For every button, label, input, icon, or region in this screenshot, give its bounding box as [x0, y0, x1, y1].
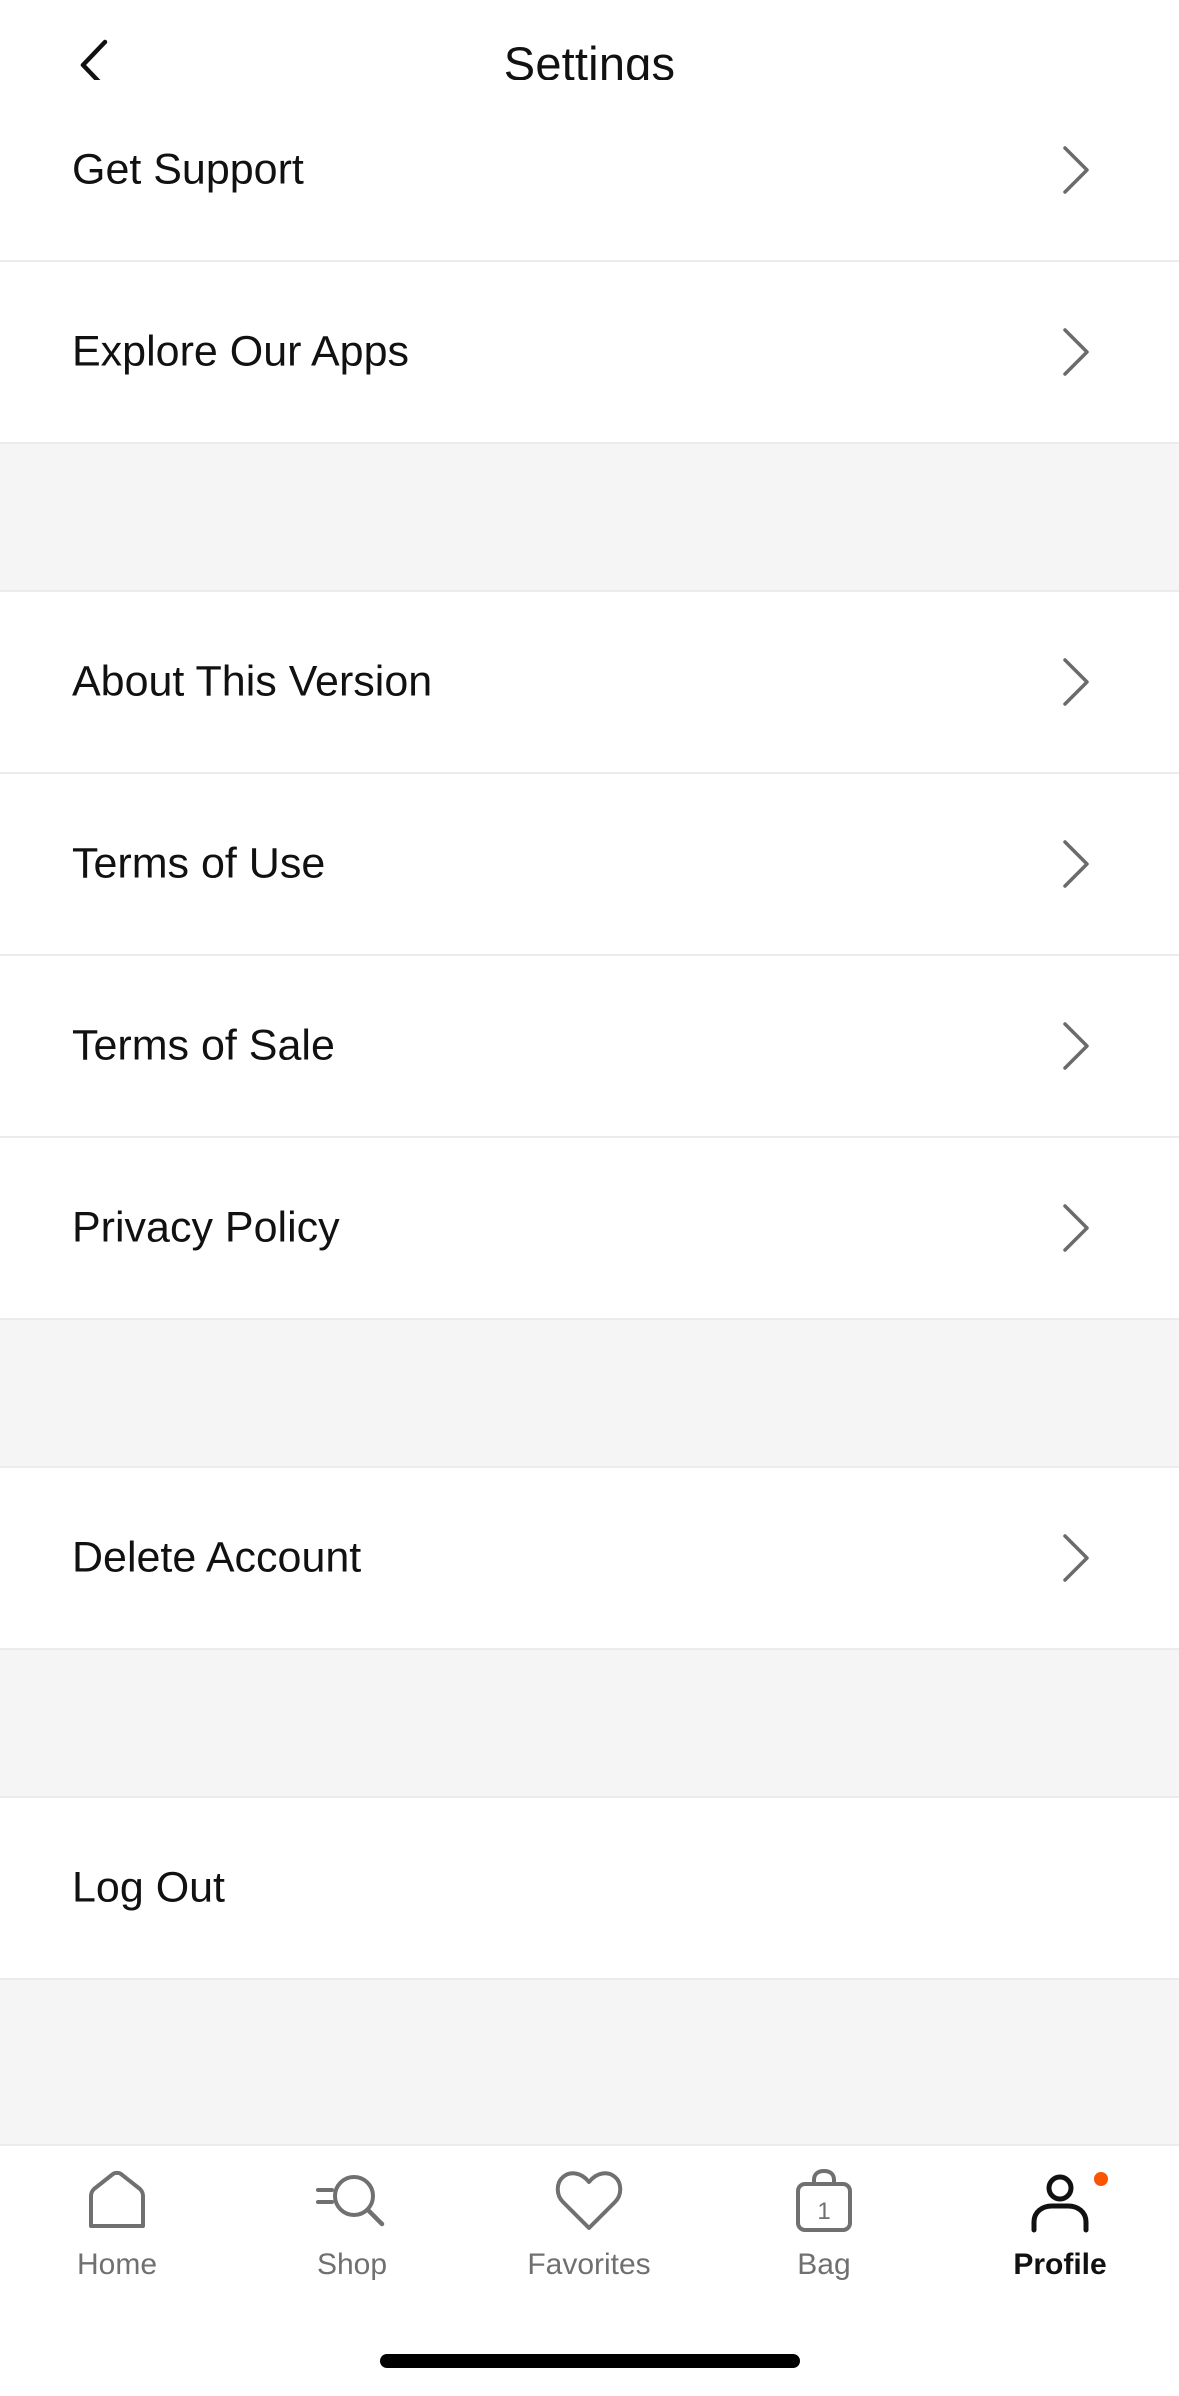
tab-label: Favorites [527, 2248, 651, 2281]
heart-icon [555, 2171, 623, 2230]
tab-label: Bag [797, 2248, 851, 2281]
row-terms-of-use[interactable]: Terms of Use [0, 774, 1179, 956]
row-label: Get Support [72, 145, 304, 194]
tab-bag[interactable]: 1 Bag [724, 2166, 924, 2316]
chevron-right-icon [1063, 1534, 1089, 1582]
chevron-right-icon [1063, 146, 1089, 194]
row-label: Log Out [72, 1863, 225, 1912]
row-about-version[interactable]: About This Version [0, 592, 1179, 774]
section-spacer [0, 1650, 1179, 1798]
home-icon [89, 2170, 145, 2228]
tab-label: Home [76, 2248, 158, 2281]
home-indicator [380, 2354, 800, 2368]
notification-dot [1094, 2172, 1108, 2186]
chevron-right-icon [1063, 658, 1089, 706]
tab-profile[interactable]: Profile [960, 2166, 1160, 2316]
tab-home[interactable]: Home [17, 2166, 217, 2316]
row-label: Explore Our Apps [72, 327, 410, 376]
row-get-support[interactable]: Get Support [0, 80, 1179, 262]
tab-favorites[interactable]: Favorites [489, 2166, 689, 2316]
log-out-button[interactable]: Log Out [0, 1798, 1179, 1980]
row-label: Delete Account [72, 1533, 362, 1582]
chevron-right-icon [1063, 1204, 1089, 1252]
row-label: Privacy Policy [72, 1203, 340, 1252]
row-privacy-policy[interactable]: Privacy Policy [0, 1138, 1179, 1320]
chevron-right-icon [1063, 328, 1089, 376]
settings-screen: Settings Get Support Explore Our Apps Ab… [0, 0, 1179, 2396]
row-explore-apps[interactable]: Explore Our Apps [0, 262, 1179, 444]
section-spacer [0, 1320, 1179, 1468]
tab-shop[interactable]: Shop [252, 2166, 452, 2316]
section-spacer [0, 444, 1179, 592]
chevron-right-icon [1063, 840, 1089, 888]
tab-label: Shop [316, 2248, 388, 2281]
row-terms-of-sale[interactable]: Terms of Sale [0, 956, 1179, 1138]
search-icon [316, 2175, 385, 2227]
chevron-right-icon [1063, 1022, 1089, 1070]
settings-list: Get Support Explore Our Apps About This … [0, 80, 1179, 2280]
row-label: About This Version [72, 657, 433, 706]
bag-icon: 1 [796, 2168, 852, 2232]
tab-label: Profile [1013, 2248, 1107, 2281]
bag-count-badge: 1 [817, 2198, 830, 2225]
row-label: Terms of Use [72, 839, 326, 888]
row-label: Terms of Sale [72, 1021, 335, 1070]
row-delete-account[interactable]: Delete Account [0, 1468, 1179, 1650]
profile-icon [1031, 2174, 1089, 2233]
